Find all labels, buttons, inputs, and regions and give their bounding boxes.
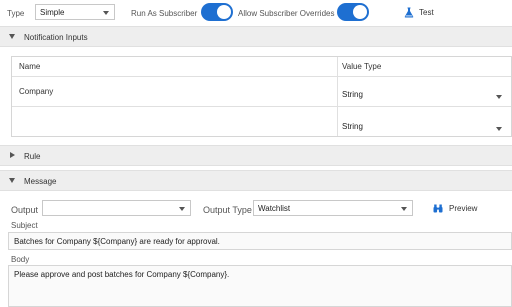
- toggle-knob: [353, 5, 367, 19]
- chevron-down-icon: [401, 207, 407, 211]
- body-value: Please approve and post batches for Comp…: [14, 270, 230, 279]
- test-label: Test: [419, 7, 434, 17]
- type-label: Type: [7, 9, 25, 18]
- chevron-down-icon: [496, 95, 502, 99]
- value-type-select[interactable]: String: [342, 90, 502, 102]
- notification-inputs-header[interactable]: Notification Inputs: [0, 26, 512, 47]
- section-title: Notification Inputs: [24, 33, 88, 42]
- subject-value: Batches for Company ${Company} are ready…: [14, 237, 220, 246]
- flask-icon: [404, 7, 414, 17]
- chevron-down-icon: [179, 207, 185, 211]
- output-type-value: Watchlist: [258, 204, 291, 213]
- binoculars-icon: [433, 204, 443, 212]
- collapse-icon: [9, 34, 15, 39]
- section-title: Rule: [24, 152, 41, 161]
- test-button[interactable]: Test: [404, 5, 434, 19]
- preview-label: Preview: [449, 203, 478, 213]
- chevron-down-icon: [496, 127, 502, 131]
- toggle-knob: [217, 5, 231, 19]
- subject-label: Subject: [11, 221, 38, 230]
- expand-icon: [10, 152, 15, 158]
- output-type-select[interactable]: Watchlist: [253, 200, 413, 216]
- column-header-name: Name: [19, 62, 41, 71]
- body-label: Body: [11, 255, 30, 264]
- section-title: Message: [24, 177, 57, 186]
- allow-overrides-toggle[interactable]: [337, 3, 369, 21]
- output-label: Output: [11, 205, 39, 215]
- notification-inputs-table: Name Value Type Company String String: [11, 56, 512, 137]
- subject-input[interactable]: Batches for Company ${Company} are ready…: [8, 232, 512, 250]
- run-as-subscriber-toggle[interactable]: [201, 3, 233, 21]
- output-select[interactable]: [42, 200, 191, 216]
- column-header-value-type: Value Type: [342, 62, 382, 71]
- collapse-icon: [9, 178, 15, 183]
- body-textarea[interactable]: Please approve and post batches for Comp…: [8, 265, 512, 307]
- chevron-down-icon: [103, 11, 109, 15]
- type-select[interactable]: Simple: [35, 4, 115, 20]
- rule-header[interactable]: Rule: [0, 145, 512, 166]
- table-row: String: [12, 107, 511, 137]
- allow-overrides-label: Allow Subscriber Overrides: [238, 9, 335, 18]
- run-as-subscriber-label: Run As Subscriber: [131, 9, 198, 18]
- output-type-label: Output Type: [203, 205, 252, 215]
- row-name-cell[interactable]: Company: [19, 87, 53, 96]
- table-row: Company String: [12, 77, 511, 106]
- message-header[interactable]: Message: [0, 170, 512, 191]
- value-type-value: String: [342, 122, 363, 131]
- preview-button[interactable]: Preview: [433, 202, 477, 214]
- type-select-value: Simple: [40, 8, 65, 17]
- value-type-select[interactable]: String: [342, 122, 502, 134]
- value-type-value: String: [342, 90, 363, 99]
